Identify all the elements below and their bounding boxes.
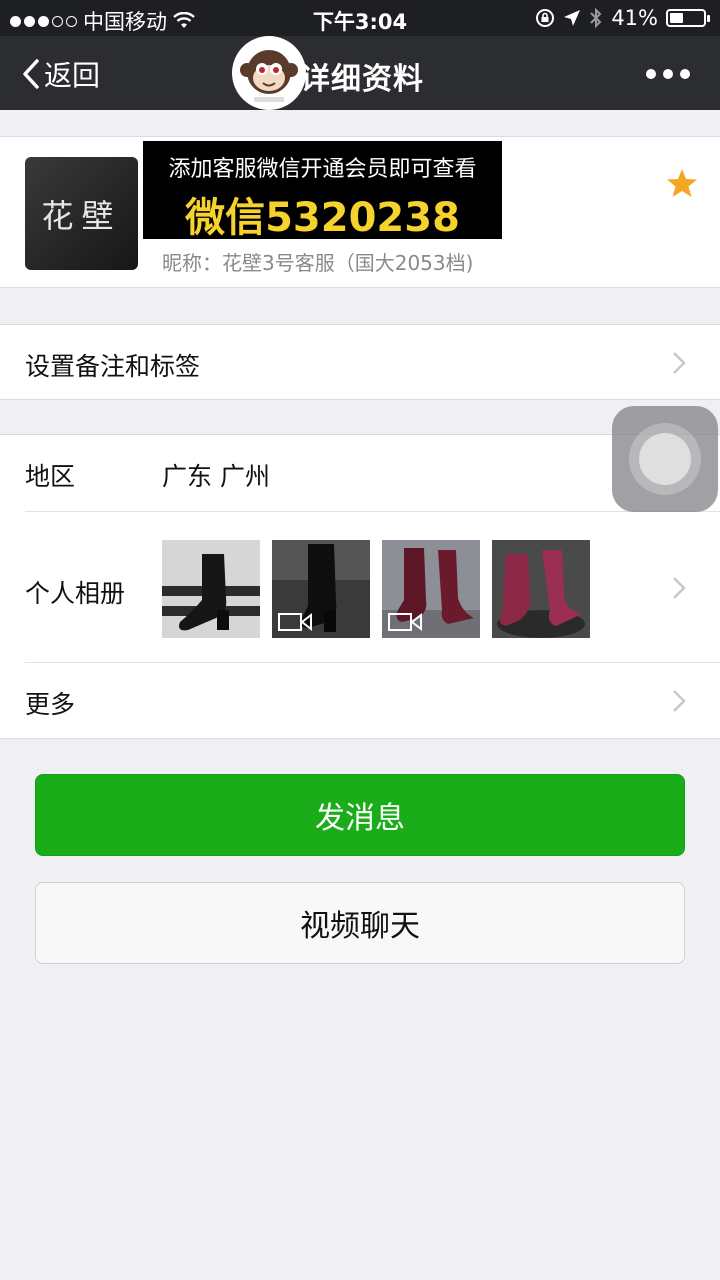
chevron-left-icon — [23, 59, 39, 89]
promo-banner-text: 添加客服微信开通会员即可查看 — [168, 157, 477, 182]
set-remark-row[interactable]: 设置备注和标签 — [0, 325, 720, 399]
battery-percent: 41% — [611, 6, 658, 30]
more-label: 更多 — [25, 690, 76, 719]
region-value: 广东 广州 — [162, 462, 270, 491]
remark-group: 设置备注和标签 — [0, 324, 720, 400]
region-label: 地区 — [25, 462, 76, 491]
album-thumbnails — [162, 540, 590, 638]
rotation-lock-icon — [536, 9, 555, 27]
album-row[interactable]: 个人相册 — [0, 512, 720, 662]
album-label: 个人相册 — [25, 579, 126, 608]
chevron-right-icon — [673, 690, 686, 712]
avatar[interactable]: 花壁 — [25, 157, 138, 270]
status-right: 41% — [535, 6, 710, 30]
album-thumb-1[interactable] — [162, 540, 260, 638]
more-dot-icon — [646, 69, 656, 79]
more-row[interactable]: 更多 — [0, 663, 720, 739]
video-camera-icon — [388, 612, 422, 632]
nav-bar: 返回 详细资料 — [0, 36, 720, 110]
album-thumb-3[interactable] — [382, 540, 480, 638]
promo-wechat-id: 微信5320238 — [185, 195, 460, 241]
set-remark-label: 设置备注和标签 — [25, 352, 201, 381]
album-thumb-2[interactable] — [272, 540, 370, 638]
more-options-button[interactable] — [646, 69, 690, 79]
more-dot-icon — [680, 69, 690, 79]
battery-icon — [666, 9, 710, 27]
monkey-logo-icon — [232, 36, 306, 110]
nickname: 昵称：花壁3号客服（国大2053档) — [162, 251, 474, 275]
album-thumb-4[interactable] — [492, 540, 590, 638]
video-chat-button[interactable]: 视频聊天 — [35, 882, 685, 964]
assistive-touch-button[interactable] — [612, 406, 718, 512]
location-arrow-icon — [564, 10, 581, 26]
more-dot-icon — [663, 69, 673, 79]
back-label: 返回 — [44, 59, 101, 92]
star-icon[interactable] — [666, 167, 698, 199]
chevron-right-icon — [673, 352, 686, 374]
video-camera-icon — [278, 612, 312, 632]
back-button[interactable]: 返回 — [22, 54, 100, 94]
profile-card: 花壁 添加客服微信开通会员即可查看 微信5320238 昵称：花壁3号客服（国大… — [0, 136, 720, 288]
promo-banner: 添加客服微信开通会员即可查看 微信5320238 — [143, 141, 502, 241]
status-bar: 中国移动 下午3:04 41% — [0, 0, 720, 36]
page-title: 详细资料 — [300, 62, 424, 97]
send-message-button[interactable]: 发消息 — [35, 774, 685, 856]
bluetooth-icon — [590, 7, 602, 29]
chevron-right-icon — [673, 577, 686, 599]
